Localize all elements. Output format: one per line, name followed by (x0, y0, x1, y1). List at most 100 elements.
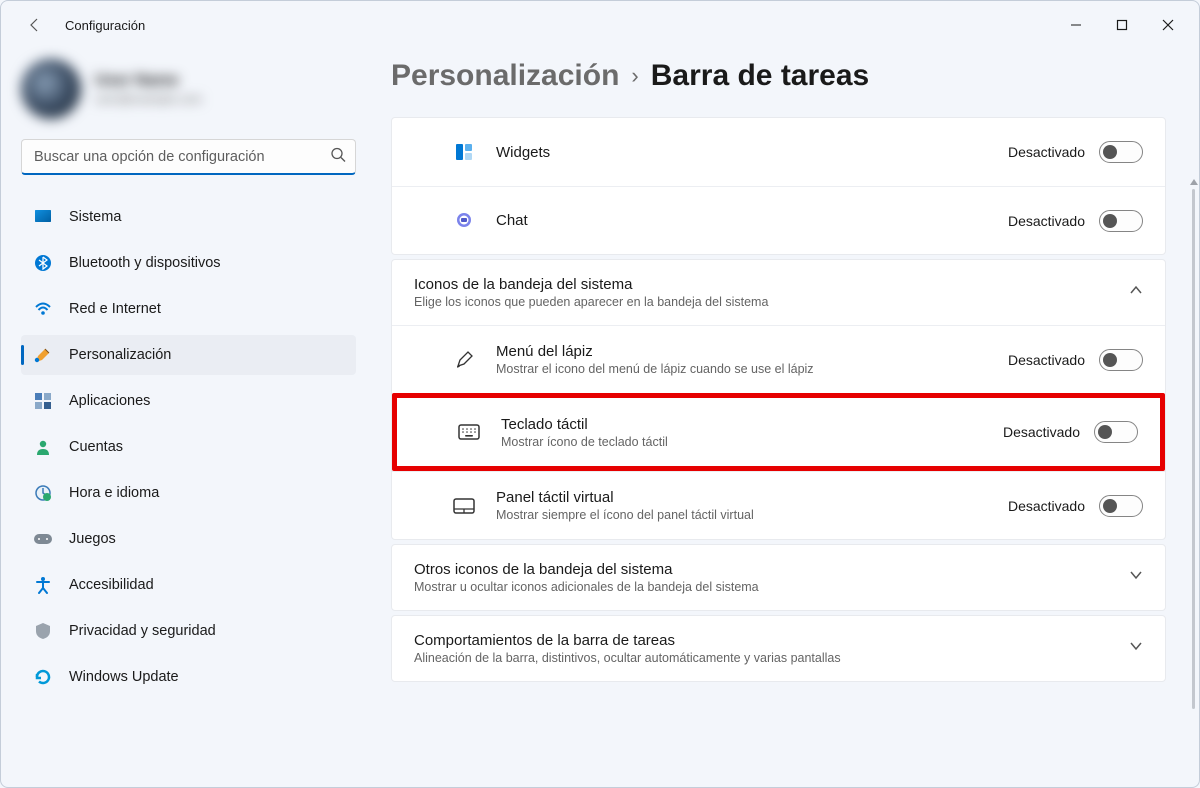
nav-label: Sistema (69, 209, 121, 225)
tray-section-header[interactable]: Iconos de la bandeja del sistema Elige l… (392, 260, 1165, 325)
update-icon (33, 667, 53, 687)
setting-row-pen: Menú del lápiz Mostrar el icono del menú… (392, 325, 1165, 393)
sidebar: User Name user@example.com Sistema Bluet… (1, 49, 361, 787)
nav-label: Personalización (69, 347, 171, 363)
bluetooth-icon (33, 253, 53, 273)
touchpad-icon (452, 498, 476, 514)
clock-globe-icon (33, 483, 53, 503)
sidebar-item-accesibilidad[interactable]: Accesibilidad (21, 565, 356, 605)
toggle-pen[interactable] (1099, 349, 1143, 371)
taskbar-items-card: Widgets Desactivado Chat Desactivado (391, 117, 1166, 255)
nav-label: Accesibilidad (69, 577, 154, 593)
section-desc: Alineación de la barra, distintivos, ocu… (414, 651, 1129, 665)
search-input[interactable] (21, 139, 356, 175)
main-content: Personalización › Barra de tareas Widget… (361, 49, 1199, 787)
setting-row-touchpad: Panel táctil virtual Mostrar siempre el … (392, 471, 1165, 539)
nav-label: Bluetooth y dispositivos (69, 255, 221, 271)
widgets-icon (452, 143, 476, 161)
nav-label: Hora e idioma (69, 485, 159, 501)
toggle-chat[interactable] (1099, 210, 1143, 232)
sidebar-item-juegos[interactable]: Juegos (21, 519, 356, 559)
setting-label: Panel táctil virtual (496, 489, 1008, 506)
sidebar-item-cuentas[interactable]: Cuentas (21, 427, 356, 467)
sidebar-item-hora[interactable]: Hora e idioma (21, 473, 356, 513)
keyboard-icon (457, 424, 481, 440)
accessibility-icon (33, 575, 53, 595)
other-tray-header[interactable]: Otros iconos de la bandeja del sistema M… (392, 545, 1165, 610)
toggle-state: Desactivado (1008, 352, 1085, 368)
setting-desc: Mostrar el icono del menú de lápiz cuand… (496, 362, 1008, 376)
sidebar-item-aplicaciones[interactable]: Aplicaciones (21, 381, 356, 421)
nav-label: Windows Update (69, 669, 179, 685)
tray-icons-card: Iconos de la bandeja del sistema Elige l… (391, 259, 1166, 540)
sidebar-item-bluetooth[interactable]: Bluetooth y dispositivos (21, 243, 356, 283)
scroll-up-icon (1190, 179, 1198, 185)
apps-icon (33, 391, 53, 411)
search-wrap (21, 139, 356, 175)
window-controls (1053, 9, 1191, 41)
toggle-state: Desactivado (1008, 213, 1085, 229)
breadcrumb-parent[interactable]: Personalización (391, 59, 619, 93)
nav-label: Aplicaciones (69, 393, 150, 409)
sidebar-item-personalizacion[interactable]: Personalización (21, 335, 356, 375)
section-desc: Elige los iconos que pueden aparecer en … (414, 295, 1129, 309)
minimize-button[interactable] (1053, 9, 1099, 41)
chevron-right-icon: › (631, 63, 638, 89)
sidebar-item-privacidad[interactable]: Privacidad y seguridad (21, 611, 356, 651)
setting-desc: Mostrar siempre el ícono del panel tácti… (496, 508, 1008, 522)
section-title: Otros iconos de la bandeja del sistema (414, 561, 1129, 578)
nav-label: Privacidad y seguridad (69, 623, 216, 639)
sidebar-item-update[interactable]: Windows Update (21, 657, 356, 697)
nav-label: Cuentas (69, 439, 123, 455)
highlight-touch-keyboard: Teclado táctil Mostrar ícono de teclado … (392, 393, 1165, 471)
setting-label: Widgets (496, 144, 1008, 161)
setting-label: Teclado táctil (501, 416, 1003, 433)
avatar (21, 59, 81, 119)
setting-row-touch-keyboard: Teclado táctil Mostrar ícono de teclado … (397, 398, 1160, 466)
setting-desc: Mostrar ícono de teclado táctil (501, 435, 1003, 449)
section-title: Iconos de la bandeja del sistema (414, 276, 1129, 293)
toggle-state: Desactivado (1008, 498, 1085, 514)
chevron-down-icon (1129, 568, 1143, 587)
breadcrumb: Personalización › Barra de tareas (391, 59, 1187, 93)
scrollbar[interactable] (1191, 179, 1197, 739)
app-title: Configuración (65, 18, 1053, 33)
toggle-widgets[interactable] (1099, 141, 1143, 163)
nav-label: Red e Internet (69, 301, 161, 317)
other-tray-card: Otros iconos de la bandeja del sistema M… (391, 544, 1166, 611)
monitor-icon (33, 207, 53, 227)
section-title: Comportamientos de la barra de tareas (414, 632, 1129, 649)
setting-label: Chat (496, 212, 1008, 229)
behavior-card: Comportamientos de la barra de tareas Al… (391, 615, 1166, 682)
toggle-state: Desactivado (1008, 144, 1085, 160)
toggle-touchpad[interactable] (1099, 495, 1143, 517)
titlebar: Configuración (1, 1, 1199, 49)
nav-label: Juegos (69, 531, 116, 547)
setting-row-widgets: Widgets Desactivado (392, 118, 1165, 186)
sidebar-item-sistema[interactable]: Sistema (21, 197, 356, 237)
user-block[interactable]: User Name user@example.com (21, 59, 353, 119)
close-button[interactable] (1145, 9, 1191, 41)
back-button[interactable] (21, 11, 49, 39)
user-name: User Name (95, 71, 202, 92)
user-email: user@example.com (95, 92, 202, 108)
wifi-icon (33, 299, 53, 319)
shield-icon (33, 621, 53, 641)
gamepad-icon (33, 529, 53, 549)
chevron-up-icon (1129, 283, 1143, 302)
chat-icon (452, 211, 476, 231)
behavior-header[interactable]: Comportamientos de la barra de tareas Al… (392, 616, 1165, 681)
paintbrush-icon (33, 345, 53, 365)
pen-icon (452, 350, 476, 370)
setting-row-chat: Chat Desactivado (392, 186, 1165, 254)
scroll-thumb[interactable] (1192, 189, 1195, 709)
nav-list: Sistema Bluetooth y dispositivos Red e I… (21, 197, 356, 697)
sidebar-item-red[interactable]: Red e Internet (21, 289, 356, 329)
maximize-button[interactable] (1099, 9, 1145, 41)
person-icon (33, 437, 53, 457)
chevron-down-icon (1129, 639, 1143, 658)
page-title: Barra de tareas (651, 59, 869, 93)
toggle-touch-keyboard[interactable] (1094, 421, 1138, 443)
section-desc: Mostrar u ocultar iconos adicionales de … (414, 580, 1129, 594)
search-icon (330, 147, 346, 168)
